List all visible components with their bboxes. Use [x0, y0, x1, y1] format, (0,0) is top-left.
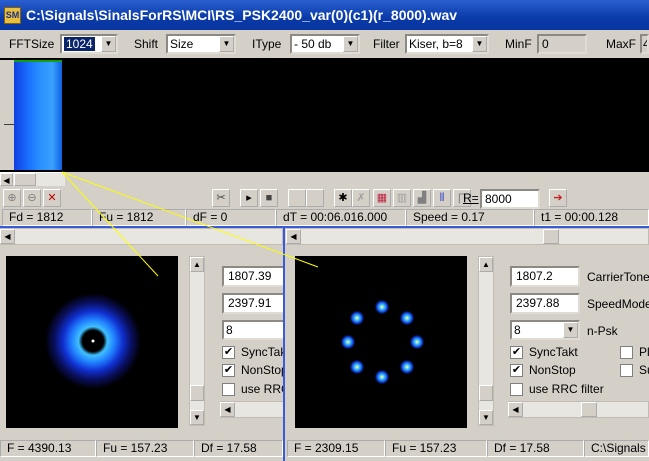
- marker-lines-overlay: [61, 171, 319, 277]
- marker-line-right: [61, 171, 319, 268]
- marker-line-left: [61, 171, 159, 277]
